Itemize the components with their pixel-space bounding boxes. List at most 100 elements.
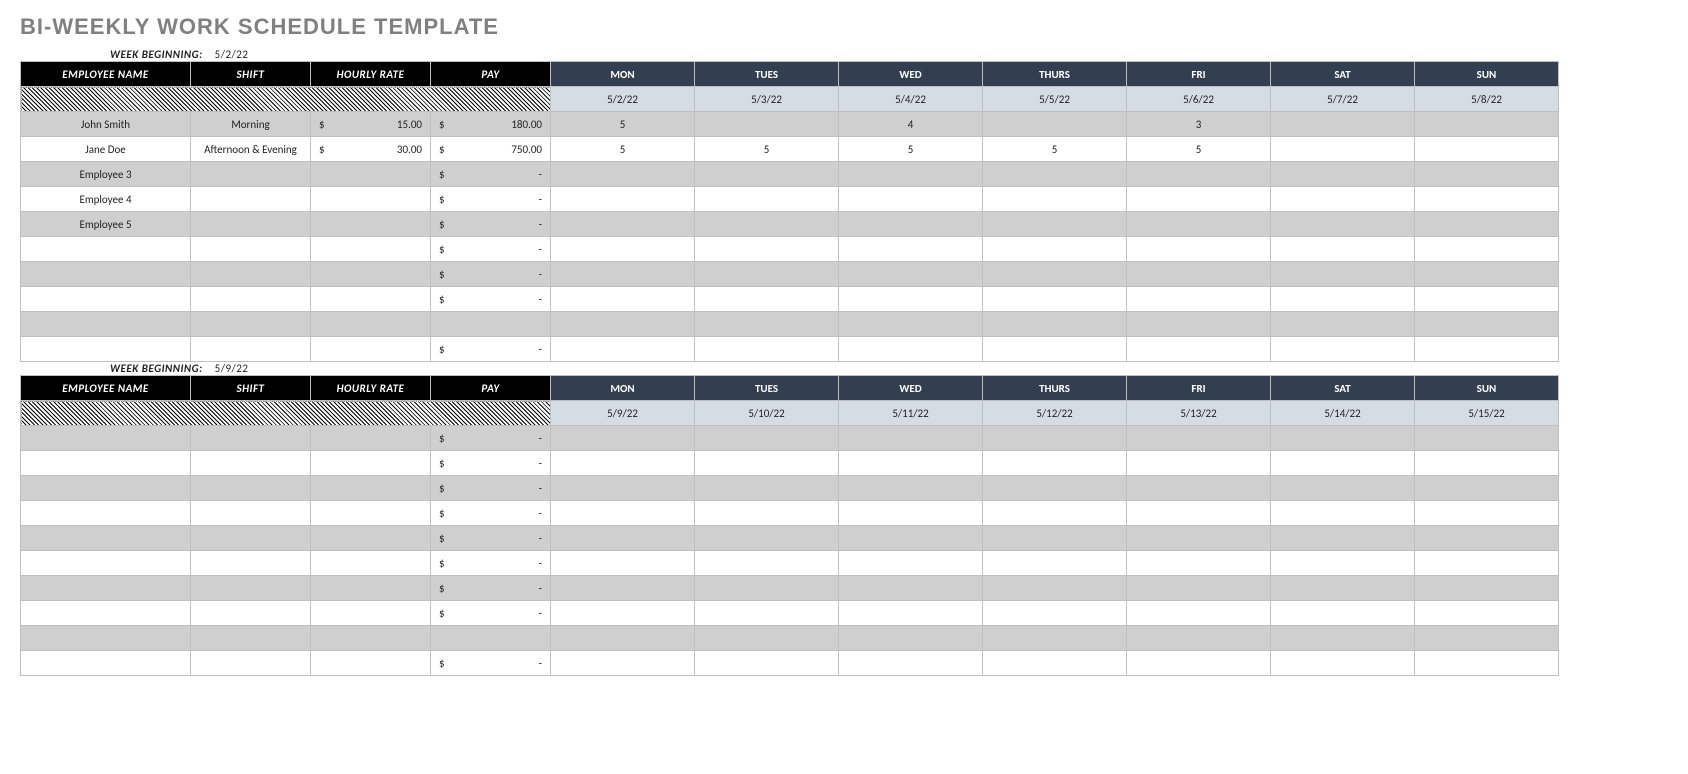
hours-cell[interactable] xyxy=(1271,476,1415,501)
hours-cell[interactable] xyxy=(1127,626,1271,651)
hours-cell[interactable] xyxy=(695,451,839,476)
shift-cell[interactable] xyxy=(191,162,311,187)
hours-cell[interactable] xyxy=(695,576,839,601)
employee-cell[interactable] xyxy=(21,551,191,576)
hours-cell[interactable] xyxy=(839,526,983,551)
hours-cell[interactable] xyxy=(1127,162,1271,187)
hours-cell[interactable] xyxy=(695,237,839,262)
hours-cell[interactable] xyxy=(551,651,695,676)
rate-cell[interactable] xyxy=(311,501,431,526)
rate-cell[interactable] xyxy=(311,262,431,287)
hours-cell[interactable] xyxy=(695,551,839,576)
rate-cell[interactable] xyxy=(311,451,431,476)
shift-cell[interactable] xyxy=(191,287,311,312)
employee-cell[interactable] xyxy=(21,426,191,451)
employee-cell[interactable]: Employee 5 xyxy=(21,212,191,237)
pay-cell[interactable]: $- xyxy=(431,426,551,451)
pay-cell[interactable] xyxy=(431,626,551,651)
hours-cell[interactable] xyxy=(551,312,695,337)
hours-cell[interactable] xyxy=(1127,601,1271,626)
rate-cell[interactable] xyxy=(311,162,431,187)
hours-cell[interactable] xyxy=(839,237,983,262)
hours-cell[interactable] xyxy=(1127,262,1271,287)
employee-cell[interactable] xyxy=(21,501,191,526)
hours-cell[interactable] xyxy=(839,337,983,362)
hours-cell[interactable] xyxy=(839,551,983,576)
shift-cell[interactable] xyxy=(191,626,311,651)
rate-cell[interactable] xyxy=(311,287,431,312)
hours-cell[interactable] xyxy=(551,237,695,262)
hours-cell[interactable] xyxy=(983,312,1127,337)
rate-cell[interactable] xyxy=(311,576,431,601)
rate-cell[interactable] xyxy=(311,651,431,676)
pay-cell[interactable]: $- xyxy=(431,162,551,187)
hours-cell[interactable] xyxy=(839,187,983,212)
hours-cell[interactable] xyxy=(551,601,695,626)
hours-cell[interactable] xyxy=(551,337,695,362)
pay-cell[interactable]: $- xyxy=(431,551,551,576)
pay-cell[interactable]: $- xyxy=(431,337,551,362)
hours-cell[interactable] xyxy=(839,651,983,676)
hours-cell[interactable] xyxy=(1271,162,1415,187)
pay-cell[interactable]: $- xyxy=(431,212,551,237)
hours-cell[interactable] xyxy=(1271,626,1415,651)
pay-cell[interactable]: $- xyxy=(431,526,551,551)
shift-cell[interactable] xyxy=(191,576,311,601)
rate-cell[interactable] xyxy=(311,187,431,212)
pay-cell[interactable]: $- xyxy=(431,501,551,526)
hours-cell[interactable]: 5 xyxy=(839,137,983,162)
employee-cell[interactable] xyxy=(21,237,191,262)
shift-cell[interactable] xyxy=(191,501,311,526)
hours-cell[interactable] xyxy=(1415,312,1559,337)
hours-cell[interactable] xyxy=(983,337,1127,362)
hours-cell[interactable] xyxy=(1415,576,1559,601)
employee-cell[interactable]: Employee 4 xyxy=(21,187,191,212)
hours-cell[interactable] xyxy=(1271,237,1415,262)
hours-cell[interactable] xyxy=(695,501,839,526)
hours-cell[interactable] xyxy=(1271,526,1415,551)
hours-cell[interactable] xyxy=(551,551,695,576)
hours-cell[interactable] xyxy=(551,162,695,187)
hours-cell[interactable] xyxy=(839,426,983,451)
hours-cell[interactable] xyxy=(695,426,839,451)
hours-cell[interactable] xyxy=(983,476,1127,501)
hours-cell[interactable] xyxy=(1127,551,1271,576)
hours-cell[interactable] xyxy=(983,187,1127,212)
employee-cell[interactable] xyxy=(21,576,191,601)
pay-cell[interactable]: $- xyxy=(431,576,551,601)
hours-cell[interactable] xyxy=(695,476,839,501)
hours-cell[interactable] xyxy=(983,651,1127,676)
hours-cell[interactable] xyxy=(551,187,695,212)
hours-cell[interactable]: 5 xyxy=(983,137,1127,162)
hours-cell[interactable] xyxy=(1127,451,1271,476)
hours-cell[interactable] xyxy=(983,426,1127,451)
hours-cell[interactable] xyxy=(551,262,695,287)
hours-cell[interactable] xyxy=(1127,212,1271,237)
employee-cell[interactable] xyxy=(21,626,191,651)
hours-cell[interactable] xyxy=(695,651,839,676)
hours-cell[interactable] xyxy=(839,451,983,476)
hours-cell[interactable] xyxy=(1271,212,1415,237)
hours-cell[interactable] xyxy=(983,501,1127,526)
hours-cell[interactable] xyxy=(839,212,983,237)
hours-cell[interactable] xyxy=(551,576,695,601)
hours-cell[interactable] xyxy=(839,287,983,312)
pay-cell[interactable]: $- xyxy=(431,651,551,676)
hours-cell[interactable] xyxy=(695,526,839,551)
hours-cell[interactable] xyxy=(839,476,983,501)
hours-cell[interactable] xyxy=(1127,312,1271,337)
employee-cell[interactable] xyxy=(21,312,191,337)
rate-cell[interactable] xyxy=(311,626,431,651)
rate-cell[interactable] xyxy=(311,526,431,551)
hours-cell[interactable] xyxy=(1271,262,1415,287)
hours-cell[interactable] xyxy=(1415,137,1559,162)
hours-cell[interactable] xyxy=(1127,337,1271,362)
hours-cell[interactable] xyxy=(1271,451,1415,476)
rate-cell[interactable] xyxy=(311,601,431,626)
hours-cell[interactable] xyxy=(1127,651,1271,676)
hours-cell[interactable]: 4 xyxy=(839,112,983,137)
employee-cell[interactable] xyxy=(21,337,191,362)
shift-cell[interactable] xyxy=(191,262,311,287)
hours-cell[interactable] xyxy=(1271,576,1415,601)
employee-cell[interactable] xyxy=(21,651,191,676)
